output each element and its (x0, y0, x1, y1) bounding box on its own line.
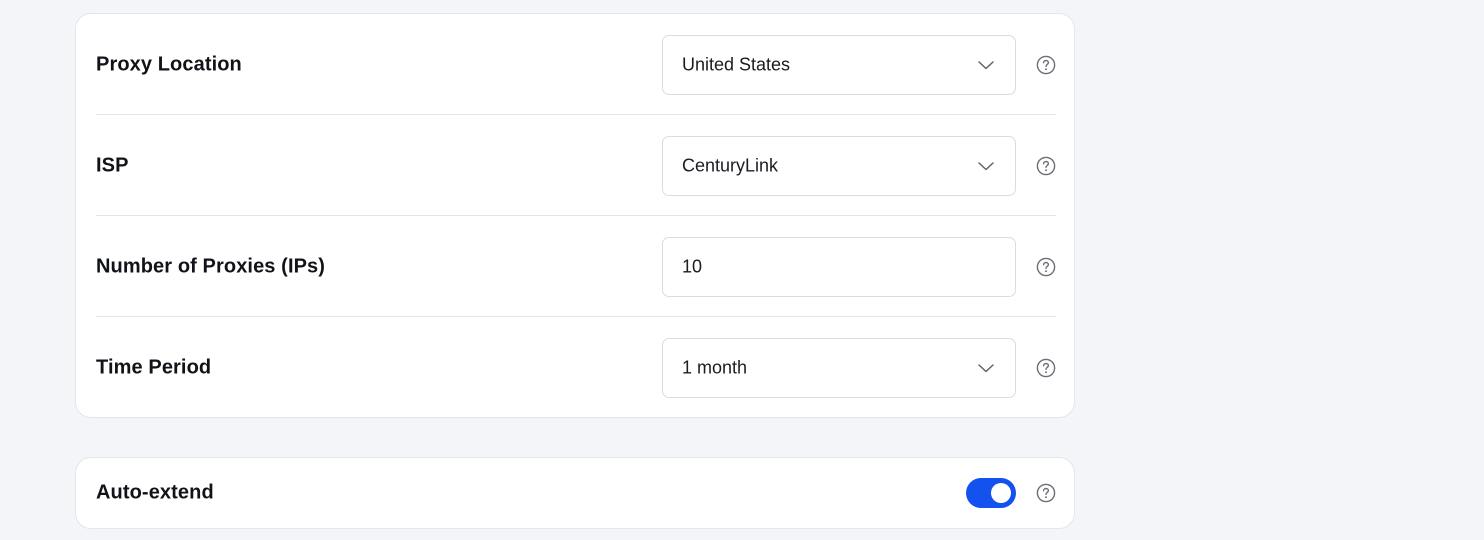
time-period-select[interactable]: 1 month (662, 338, 1016, 398)
auto-extend-toggle[interactable] (966, 478, 1016, 508)
time-period-value: 1 month (682, 357, 748, 378)
time-period-row: Time Period 1 month (96, 317, 1056, 418)
proxy-location-label: Proxy Location (96, 53, 242, 75)
help-icon[interactable] (1036, 358, 1056, 378)
chevron-down-icon (978, 61, 994, 70)
help-icon[interactable] (1036, 156, 1056, 176)
proxy-location-row: Proxy Location United States (96, 14, 1056, 115)
chevron-down-icon (978, 162, 994, 171)
auto-extend-label: Auto-extend (96, 481, 214, 504)
isp-select[interactable]: CenturyLink (662, 136, 1016, 196)
isp-row: ISP CenturyLink (96, 115, 1056, 216)
auto-extend-card: Auto-extend (75, 457, 1075, 529)
time-period-label: Time Period (96, 356, 212, 378)
proxy-location-value: United States (682, 54, 791, 75)
number-of-proxies-label: Number of Proxies (IPs) (96, 255, 326, 277)
order-settings-card: Proxy Location United States ISP Century… (75, 13, 1075, 418)
auto-extend-row: Auto-extend (96, 458, 1056, 528)
proxy-location-select[interactable]: United States (662, 35, 1016, 95)
number-of-proxies-input[interactable] (682, 256, 982, 278)
help-icon[interactable] (1036, 257, 1056, 277)
help-icon[interactable] (1036, 55, 1056, 75)
toggle-knob (991, 483, 1011, 503)
number-of-proxies-field[interactable] (662, 237, 1016, 297)
isp-value: CenturyLink (682, 155, 779, 176)
chevron-down-icon (978, 364, 994, 373)
isp-label: ISP (96, 154, 129, 176)
help-icon[interactable] (1036, 483, 1056, 503)
number-of-proxies-row: Number of Proxies (IPs) (96, 216, 1056, 317)
